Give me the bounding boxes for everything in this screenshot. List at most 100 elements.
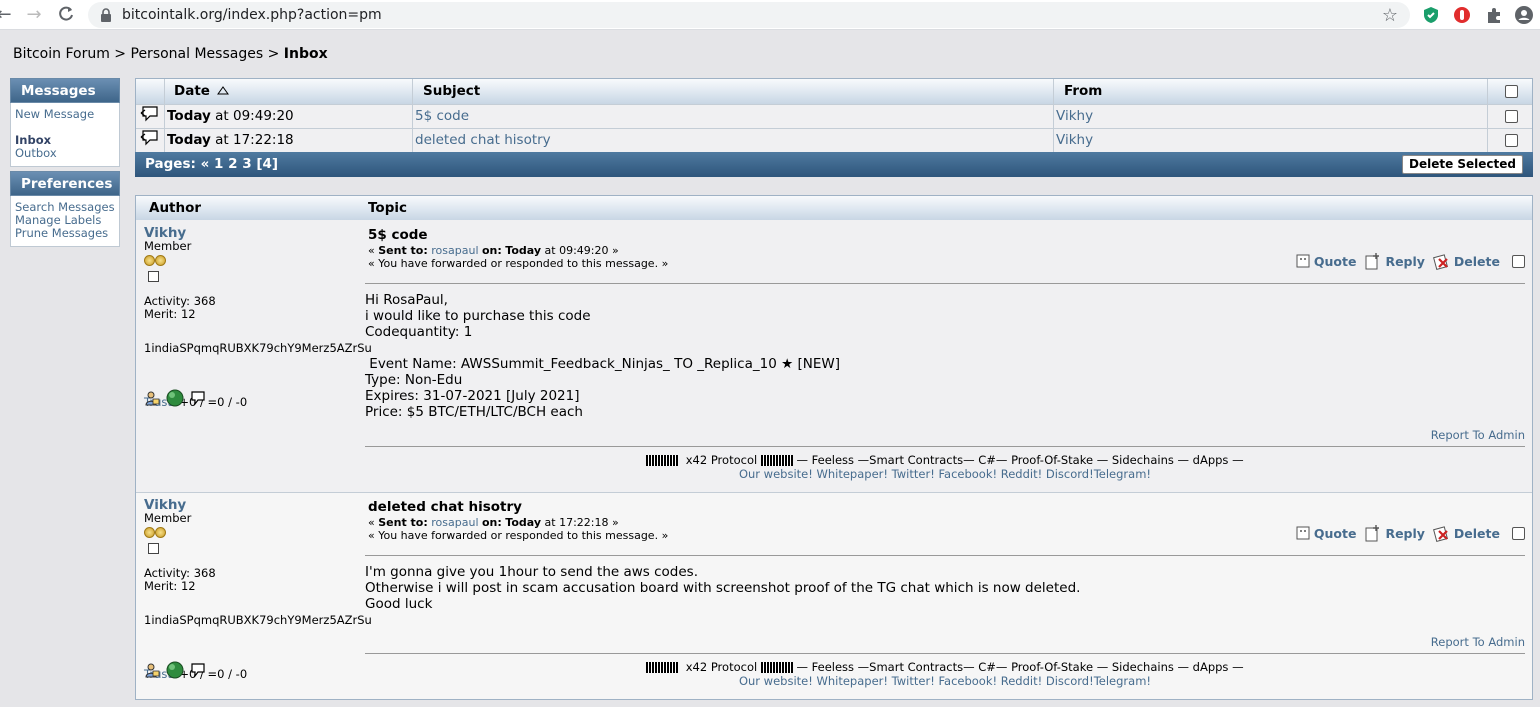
quote-button[interactable]: Quote xyxy=(1295,525,1356,541)
activity-count: Activity: 368 xyxy=(144,566,216,580)
current-page: [4] xyxy=(256,156,279,172)
author-info: Vikhy Member Activity: 368 Merit: 12 1in… xyxy=(144,497,372,681)
select-all-checkbox[interactable] xyxy=(1505,85,1518,98)
pm-row-checkbox[interactable] xyxy=(1505,110,1518,123)
reply-button[interactable]: Reply xyxy=(1364,524,1425,542)
pm-subject-link[interactable]: 5$ code xyxy=(415,108,469,124)
signature-links[interactable]: Our website! Whitepaper! Twitter! Facebo… xyxy=(739,467,1151,481)
address-bar[interactable]: bitcointalk.org/index.php?action=pm ☆ xyxy=(88,2,1410,28)
adblock-extension-icon[interactable] xyxy=(1452,5,1472,25)
message-replied-icon xyxy=(136,129,165,152)
breadcrumb: Bitcoin Forum > Personal Messages > Inbo… xyxy=(13,46,328,62)
forwarded-notice: « You have forwarded or responded to thi… xyxy=(368,529,669,542)
post-select-checkbox[interactable] xyxy=(1512,526,1525,540)
pagination-bar: Pages: « 1 2 3 [4] Delete Selected xyxy=(135,152,1533,177)
user-status-icon xyxy=(148,271,159,282)
message-post: Vikhy Member Activity: 368 Merit: 12 1in… xyxy=(136,493,1532,699)
date-column-header[interactable]: Date xyxy=(165,79,413,104)
post-body: Hi RosaPaul, i would like to purchase th… xyxy=(365,292,840,420)
profile-avatar-icon[interactable] xyxy=(1514,5,1534,25)
breadcrumb-pm-link[interactable]: Personal Messages xyxy=(131,46,264,62)
user-profile-icon[interactable] xyxy=(144,390,160,406)
report-to-admin-link[interactable]: Report To Admin xyxy=(1431,428,1525,442)
sort-up-icon xyxy=(216,86,229,95)
member-rank: Member xyxy=(144,511,192,525)
user-status-icon xyxy=(148,543,159,554)
delete-selected-button[interactable]: Delete Selected xyxy=(1401,155,1523,174)
message-post: Vikhy Member Activity: 368 Merit: 12 1in… xyxy=(136,221,1532,491)
pm-from-link[interactable]: Vikhy xyxy=(1056,108,1093,124)
x42-logo-icon xyxy=(760,662,793,673)
user-personal-text: 1indiaSPqmqRUBXK79chY9Merz5AZrSu xyxy=(144,613,372,627)
url-text[interactable]: bitcointalk.org/index.php?action=pm xyxy=(122,7,382,23)
send-pm-icon[interactable] xyxy=(190,390,206,406)
recipient-link[interactable]: rosapaul xyxy=(431,244,478,257)
post-subject: deleted chat hisotry xyxy=(368,499,522,515)
reload-icon[interactable] xyxy=(56,5,76,25)
report-to-admin-link[interactable]: Report To Admin xyxy=(1431,635,1525,649)
pm-date: Today at 17:22:18 xyxy=(165,129,413,152)
recipient-link[interactable]: rosapaul xyxy=(431,516,478,529)
pm-list-table: Date Subject From Today at 09:49:20 5$ c… xyxy=(135,78,1533,153)
author-column-header: Author xyxy=(149,200,202,216)
website-globe-icon[interactable] xyxy=(166,661,184,679)
post-subject: 5$ code xyxy=(368,227,428,243)
pm-subject-link[interactable]: deleted chat hisotry xyxy=(415,132,551,148)
forwarded-notice: « You have forwarded or responded to thi… xyxy=(368,257,669,270)
x42-logo-icon xyxy=(646,662,679,673)
from-column-header[interactable]: From xyxy=(1054,79,1488,104)
preferences-header: Preferences xyxy=(10,171,120,196)
back-icon[interactable]: ← xyxy=(0,5,14,25)
reply-icon xyxy=(1365,253,1380,270)
post-actions: Quote Reply Delete xyxy=(1287,524,1525,542)
outbox-link[interactable]: Outbox xyxy=(15,147,115,160)
rank-coins-icon xyxy=(144,527,364,539)
puzzle-extensions-icon[interactable] xyxy=(1484,5,1504,25)
quote-icon xyxy=(1296,254,1310,268)
subject-column-header[interactable]: Subject xyxy=(413,79,1054,104)
delete-icon xyxy=(1432,526,1448,542)
x42-logo-icon xyxy=(760,455,793,466)
author-info: Vikhy Member Activity: 368 Merit: 12 1in… xyxy=(144,225,372,409)
website-globe-icon[interactable] xyxy=(166,389,184,407)
post-select-checkbox[interactable] xyxy=(1512,254,1525,268)
pm-row-checkbox[interactable] xyxy=(1505,134,1518,147)
pm-row[interactable]: Today at 09:49:20 5$ code Vikhy xyxy=(136,104,1532,128)
delete-button[interactable]: Delete xyxy=(1432,524,1500,542)
page-link-2[interactable]: 2 xyxy=(228,156,237,172)
topic-column-header: Topic xyxy=(368,200,407,216)
pm-date: Today at 09:49:20 xyxy=(165,105,413,128)
pm-row[interactable]: Today at 17:22:18 deleted chat hisotry V… xyxy=(136,128,1532,152)
breadcrumb-forum-link[interactable]: Bitcoin Forum xyxy=(13,46,110,62)
messages-header-row: Author Topic xyxy=(136,196,1532,220)
forward-icon[interactable]: → xyxy=(24,5,44,25)
signature-links[interactable]: Our website! Whitepaper! Twitter! Facebo… xyxy=(739,674,1151,688)
user-personal-text: 1indiaSPqmqRUBXK79chY9Merz5AZrSu xyxy=(144,341,372,355)
send-pm-icon[interactable] xyxy=(190,662,206,678)
merit-count: Merit: 12 xyxy=(144,579,196,593)
breadcrumb-current: Inbox xyxy=(283,46,328,62)
member-rank: Member xyxy=(144,239,192,253)
quote-icon xyxy=(1296,526,1310,540)
bookmark-star-icon[interactable]: ☆ xyxy=(1382,5,1398,26)
merit-count: Merit: 12 xyxy=(144,307,196,321)
reply-icon xyxy=(1365,525,1380,542)
prune-messages-link[interactable]: Prune Messages xyxy=(15,227,115,240)
delete-icon xyxy=(1432,254,1448,270)
post-signature: x42 Protocol — Feeless —Smart Contracts—… xyxy=(365,453,1525,481)
delete-button[interactable]: Delete xyxy=(1432,252,1500,270)
post-actions: Quote Reply Delete xyxy=(1287,252,1525,270)
new-message-link[interactable]: New Message xyxy=(15,108,115,121)
shield-extension-icon[interactable] xyxy=(1421,5,1441,25)
pm-from-link[interactable]: Vikhy xyxy=(1056,132,1093,148)
quote-button[interactable]: Quote xyxy=(1295,253,1356,269)
page-link-1[interactable]: 1 xyxy=(214,156,223,172)
lock-icon xyxy=(101,8,111,22)
messages-header: Messages xyxy=(10,78,120,103)
post-sent-info: « Sent to: rosapaul on: Today at 09:49:2… xyxy=(368,244,669,270)
user-profile-icon[interactable] xyxy=(144,662,160,678)
reply-button[interactable]: Reply xyxy=(1364,252,1425,270)
pm-sidebar: Messages New Message Inbox Outbox Prefer… xyxy=(10,78,120,247)
page-link-3[interactable]: 3 xyxy=(242,156,251,172)
post-signature: x42 Protocol — Feeless —Smart Contracts—… xyxy=(365,660,1525,688)
